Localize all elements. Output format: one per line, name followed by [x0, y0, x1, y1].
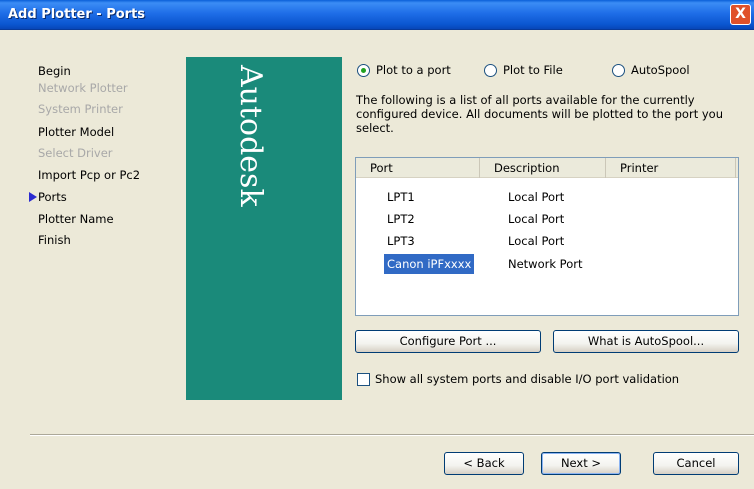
step-network-plotter: Network Plotter	[38, 81, 128, 95]
port-name: LPT3	[387, 234, 415, 248]
column-header-description[interactable]: Description	[480, 158, 606, 178]
port-row[interactable]: LPT3 Local Port	[356, 231, 738, 251]
radio-unselected-icon	[484, 63, 497, 77]
window-title: Add Plotter - Ports	[8, 7, 146, 22]
port-description: Local Port	[508, 212, 565, 226]
ports-list[interactable]: Port Description Printer LPT1 Local Port…	[355, 157, 739, 316]
title-bar: Add Plotter - Ports X	[0, 0, 754, 30]
show-all-ports-label: Show all system ports and disable I/O po…	[375, 372, 680, 386]
back-button[interactable]: < Back	[444, 452, 524, 475]
autodesk-logo: Autodesk	[233, 65, 268, 207]
radio-selected-icon	[357, 63, 370, 77]
cancel-label: Cancel	[676, 456, 716, 470]
port-name: LPT1	[387, 190, 415, 204]
configure-port-button[interactable]: Configure Port ...	[355, 330, 541, 353]
port-row-selected[interactable]: Canon iPFxxxx Network Port	[356, 253, 738, 275]
step-system-printer: System Printer	[38, 102, 123, 116]
column-header-printer[interactable]: Printer	[606, 158, 736, 178]
radio-autospool[interactable]: AutoSpool	[612, 63, 690, 77]
step-import-pcp: Import Pcp or Pc2	[38, 168, 141, 182]
radio-unselected-icon	[612, 63, 625, 77]
step-plotter-name: Plotter Name	[38, 212, 114, 226]
ports-list-header: Port Description Printer	[356, 158, 738, 178]
show-all-ports-checkbox[interactable]: Show all system ports and disable I/O po…	[357, 372, 679, 386]
current-step-arrow-icon	[29, 192, 37, 202]
next-button[interactable]: Next >	[541, 452, 621, 475]
port-row[interactable]: LPT2 Local Port	[356, 209, 738, 229]
separator	[30, 434, 754, 436]
autodesk-banner: Autodesk	[186, 57, 342, 400]
port-description: Local Port	[508, 234, 565, 248]
what-is-autospool-label: What is AutoSpool...	[587, 334, 705, 348]
step-begin: Begin	[38, 64, 71, 78]
radio-autospool-label: AutoSpool	[631, 63, 690, 77]
port-name: Canon iPFxxxx	[382, 253, 476, 275]
port-description: Local Port	[508, 190, 565, 204]
step-finish: Finish	[38, 233, 71, 247]
radio-plot-to-file-label: Plot to File	[503, 63, 563, 77]
close-icon: X	[735, 6, 746, 22]
port-description: Network Port	[508, 257, 583, 271]
radio-plot-to-port[interactable]: Plot to a port	[357, 63, 451, 77]
column-header-port[interactable]: Port	[356, 158, 480, 178]
radio-plot-to-file[interactable]: Plot to File	[484, 63, 563, 77]
radio-plot-to-port-label: Plot to a port	[376, 63, 451, 77]
checkbox-box	[357, 372, 370, 386]
what-is-autospool-button[interactable]: What is AutoSpool...	[553, 330, 739, 353]
back-label: < Back	[463, 456, 505, 470]
step-select-driver: Select Driver	[38, 146, 113, 160]
configure-port-label: Configure Port ...	[399, 334, 497, 348]
cancel-button[interactable]: Cancel	[653, 452, 739, 475]
step-ports: Ports	[38, 190, 67, 204]
port-row[interactable]: LPT1 Local Port	[356, 187, 738, 207]
ports-description: The following is a list of all ports ava…	[356, 93, 723, 135]
next-label: Next >	[560, 456, 602, 470]
step-plotter-model: Plotter Model	[38, 125, 115, 139]
close-button[interactable]: X	[730, 4, 751, 25]
port-name: LPT2	[387, 212, 415, 226]
